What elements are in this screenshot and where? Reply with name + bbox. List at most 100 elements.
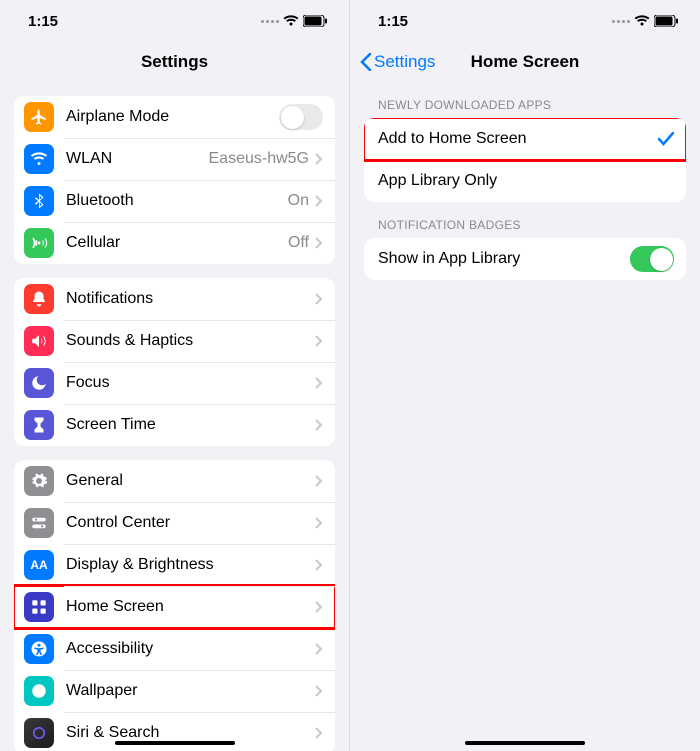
row-screen-time[interactable]: Screen Time (14, 404, 335, 446)
row-label: Home Screen (66, 598, 315, 616)
status-time: 1:15 (378, 13, 408, 30)
status-icons (261, 15, 327, 27)
back-button[interactable]: Settings (360, 52, 435, 72)
battery-icon (303, 15, 327, 27)
siri-icon (24, 718, 54, 748)
row-value: On (288, 192, 309, 210)
settings-group-general: General Control Center AA Display & Brig… (14, 460, 335, 751)
row-cellular[interactable]: Cellular Off (14, 222, 335, 264)
chevron-right-icon (315, 643, 323, 655)
row-label: Show in App Library (378, 250, 630, 268)
row-label: Focus (66, 374, 315, 392)
checkmark-icon (658, 132, 674, 146)
back-label: Settings (374, 52, 435, 72)
chevron-right-icon (315, 293, 323, 305)
row-home-screen[interactable]: Home Screen (14, 586, 335, 628)
hourglass-icon (24, 410, 54, 440)
gear-icon (24, 466, 54, 496)
chevron-right-icon (315, 685, 323, 697)
status-bar: 1:15 (0, 0, 349, 42)
page-title: Home Screen (471, 52, 580, 72)
group-notification-badges: Show in App Library (364, 238, 686, 280)
settings-group-connectivity: Airplane Mode WLAN Easeus-hw5G Bluetooth… (14, 96, 335, 264)
row-label: Siri & Search (66, 724, 315, 742)
wifi-icon (634, 15, 650, 27)
chevron-right-icon (315, 475, 323, 487)
row-accessibility[interactable]: Accessibility (14, 628, 335, 670)
group-newly-downloaded: Add to Home Screen App Library Only (364, 118, 686, 202)
battery-icon (654, 15, 678, 27)
row-label: Bluetooth (66, 192, 288, 210)
bluetooth-icon (24, 186, 54, 216)
grid-icon (24, 592, 54, 622)
wifi-icon (24, 144, 54, 174)
cellular-dots-icon (612, 20, 630, 23)
row-show-in-app-library[interactable]: Show in App Library (364, 238, 686, 280)
show-in-library-switch[interactable] (630, 246, 674, 272)
row-notifications[interactable]: Notifications (14, 278, 335, 320)
home-screen-panel: 1:15 Settings Home Screen NEWLY DOWNLOAD… (350, 0, 700, 751)
page-title: Settings (141, 52, 208, 72)
chevron-right-icon (315, 517, 323, 529)
speaker-icon (24, 326, 54, 356)
status-bar: 1:15 (350, 0, 700, 42)
row-label: Screen Time (66, 416, 315, 434)
chevron-right-icon (315, 559, 323, 571)
bell-icon (24, 284, 54, 314)
row-label: App Library Only (378, 172, 674, 190)
row-label: Control Center (66, 514, 315, 532)
row-add-to-home-screen[interactable]: Add to Home Screen (364, 118, 686, 160)
home-indicator[interactable] (465, 741, 585, 745)
settings-group-notifications: Notifications Sounds & Haptics Focus Scr… (14, 278, 335, 446)
chevron-right-icon (315, 419, 323, 431)
row-general[interactable]: General (14, 460, 335, 502)
row-label: WLAN (66, 150, 209, 168)
row-wlan[interactable]: WLAN Easeus-hw5G (14, 138, 335, 180)
chevron-right-icon (315, 601, 323, 613)
row-wallpaper[interactable]: Wallpaper (14, 670, 335, 712)
settings-list[interactable]: Airplane Mode WLAN Easeus-hw5G Bluetooth… (0, 82, 349, 751)
row-value: Easeus-hw5G (209, 150, 310, 168)
chevron-right-icon (315, 335, 323, 347)
row-label: Airplane Mode (66, 108, 279, 126)
section-header: NEWLY DOWNLOADED APPS (364, 82, 686, 118)
row-label: Notifications (66, 290, 315, 308)
status-icons (612, 15, 678, 27)
antenna-icon (24, 228, 54, 258)
nav-bar: Settings (0, 42, 349, 82)
home-indicator[interactable] (115, 741, 235, 745)
chevron-right-icon (315, 195, 323, 207)
row-bluetooth[interactable]: Bluetooth On (14, 180, 335, 222)
row-app-library-only[interactable]: App Library Only (364, 160, 686, 202)
airplane-switch[interactable] (279, 104, 323, 130)
section-header: NOTIFICATION BADGES (364, 202, 686, 238)
person-icon (24, 634, 54, 664)
nav-bar: Settings Home Screen (350, 42, 700, 82)
row-label: Display & Brightness (66, 556, 315, 574)
row-label: Cellular (66, 234, 288, 252)
row-siri[interactable]: Siri & Search (14, 712, 335, 751)
row-label: Wallpaper (66, 682, 315, 700)
row-label: General (66, 472, 315, 490)
row-sounds[interactable]: Sounds & Haptics (14, 320, 335, 362)
row-label: Accessibility (66, 640, 315, 658)
row-label: Sounds & Haptics (66, 332, 315, 350)
cellular-dots-icon (261, 20, 279, 23)
chevron-right-icon (315, 237, 323, 249)
chevron-right-icon (315, 727, 323, 739)
chevron-left-icon (360, 53, 372, 71)
aa-icon: AA (24, 550, 54, 580)
row-focus[interactable]: Focus (14, 362, 335, 404)
row-display-brightness[interactable]: AA Display & Brightness (14, 544, 335, 586)
row-value: Off (288, 234, 309, 252)
wifi-icon (283, 15, 299, 27)
switches-icon (24, 508, 54, 538)
home-screen-list[interactable]: NEWLY DOWNLOADED APPS Add to Home Screen… (350, 82, 700, 751)
row-airplane-mode[interactable]: Airplane Mode (14, 96, 335, 138)
moon-icon (24, 368, 54, 398)
row-control-center[interactable]: Control Center (14, 502, 335, 544)
chevron-right-icon (315, 153, 323, 165)
wallpaper-icon (24, 676, 54, 706)
row-label: Add to Home Screen (378, 130, 658, 148)
settings-panel: 1:15 Settings Airplane Mode WLAN Easeus-… (0, 0, 350, 751)
